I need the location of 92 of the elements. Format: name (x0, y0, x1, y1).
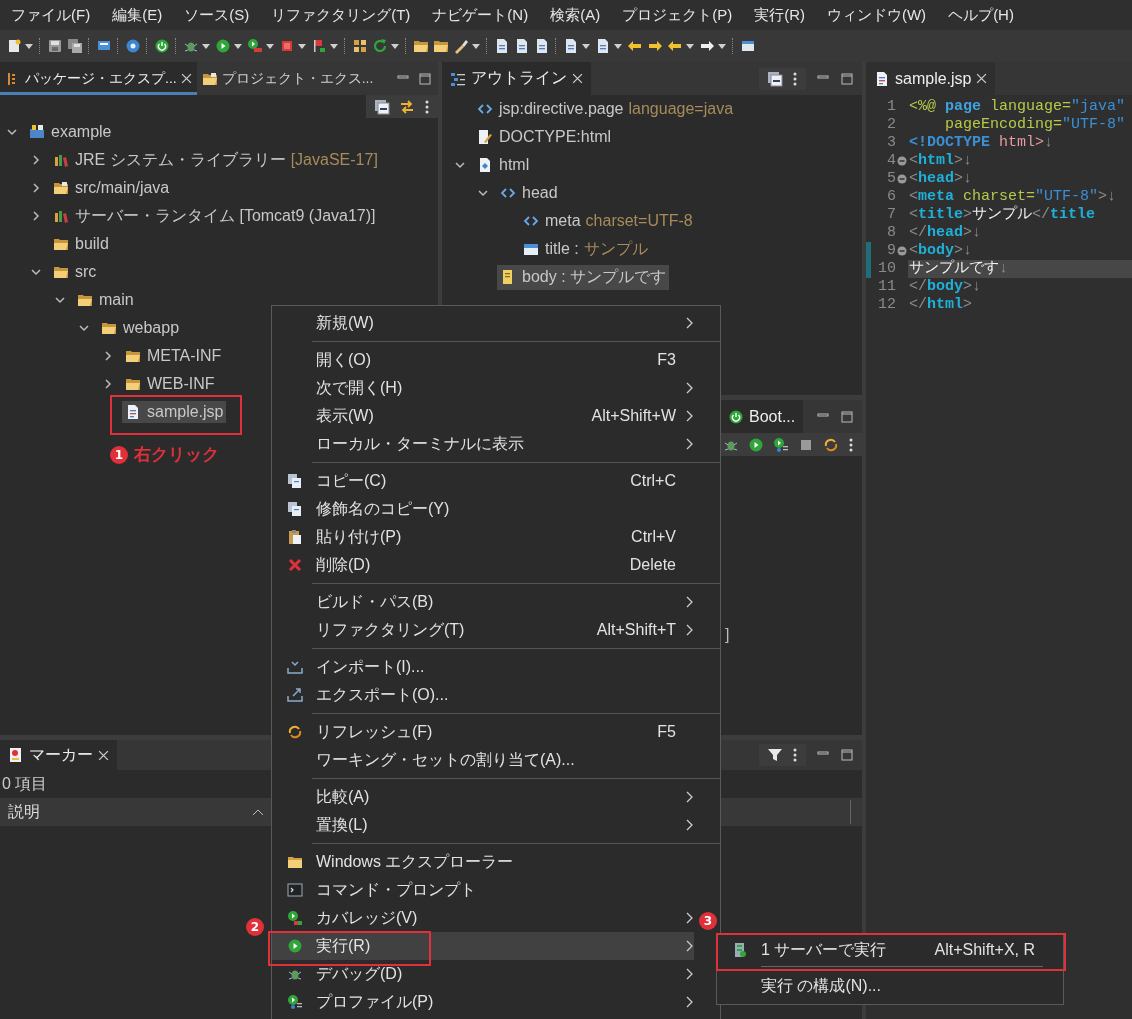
shortcut-text: F5 (657, 723, 676, 741)
tree-item[interactable]: body : サンプルです (497, 264, 670, 290)
tree-item[interactable]: build (50, 233, 112, 255)
code-line: <meta charset="UTF-8">↓ (908, 188, 1118, 205)
code-line: pageEncoding="UTF-8" (944, 116, 1127, 134)
line-number: 8 (886, 224, 896, 242)
tree-item[interactable]: WEB-INF (122, 373, 218, 395)
menu-item[interactable]: 修飾名のコピー(Y) (272, 495, 694, 523)
menu-bar-item[interactable]: 検索(A) (539, 5, 612, 25)
menu-item[interactable]: 表示(W) Alt+Shift+W (272, 402, 694, 430)
menu-item[interactable]: 実行 の構成(N)... (717, 971, 1063, 1001)
menu-item[interactable]: 置換(L) (272, 811, 694, 839)
shortcut-text: Delete (629, 556, 676, 574)
tree-item[interactable]: JRE システム・ライブラリー [JavaSE-17] (50, 147, 381, 173)
menu-bar-item[interactable]: 編集(E) (101, 5, 174, 25)
menu-bar-item[interactable]: ヘルプ(H) (937, 5, 1025, 25)
tree-item[interactable]: src (50, 261, 100, 283)
menu-item[interactable]: リファクタリング(T) Alt+Shift+T (272, 616, 694, 644)
menu-item[interactable]: コピー(C) Ctrl+C (272, 467, 694, 495)
line-number: 2 (886, 116, 896, 134)
menu-item[interactable]: 実行(R) (272, 932, 694, 960)
line-number: 7 (886, 206, 896, 224)
menu-item[interactable]: 比較(A) (272, 783, 694, 811)
tree-item[interactable]: サーバー・ランタイム [Tomcat9 (Java17)] (50, 203, 379, 229)
tree-item[interactable]: META-INF (122, 345, 225, 367)
annotation-label: 右クリック (134, 444, 219, 466)
tree-item[interactable]: jsp:directive.page language=java (474, 98, 737, 120)
tree-item[interactable]: main (74, 289, 137, 311)
tab[interactable]: アウトライン (442, 62, 591, 95)
code-line: </head>↓ (908, 224, 983, 242)
item-count: 0 項目 (1, 773, 48, 794)
menu-item[interactable]: エクスポート(O)... (272, 681, 694, 709)
tab[interactable]: パッケージ・エクスプ... (0, 62, 197, 95)
menu-item[interactable]: コマンド・プロンプト (272, 876, 694, 904)
shortcut-text: Alt+Shift+X, R (934, 941, 1035, 959)
line-number: 1 (886, 98, 896, 116)
menu-item[interactable]: ローカル・ターミナルに表示 (272, 430, 694, 458)
menu-bar-item[interactable]: ソース(S) (173, 5, 261, 25)
line-number: 6 (886, 188, 896, 206)
tree-item[interactable]: example (26, 121, 115, 143)
menu-item[interactable]: デバッグ(D) (272, 960, 694, 988)
menu-item[interactable]: 開く(O) F3 (272, 346, 694, 374)
line-number: 4 (886, 152, 896, 170)
tree-item[interactable]: html (474, 154, 533, 176)
line-number: 5 (886, 170, 896, 188)
tree-item[interactable]: head (497, 182, 561, 204)
menu-item[interactable]: プロファイル(P) (272, 988, 694, 1016)
code-line: </body>↓ (908, 278, 983, 296)
menu-bar-item[interactable]: リファクタリング(T) (260, 5, 422, 25)
tab[interactable]: マーカー (0, 740, 117, 770)
menu-item[interactable]: ワーキング・セットの割り当て(A)... (272, 746, 694, 774)
line-number: 12 (877, 296, 896, 314)
code-line: <!DOCTYPE html>↓ (908, 134, 1055, 152)
code-line: <html>↓ (908, 152, 974, 170)
tab[interactable]: sample.jsp (866, 62, 996, 95)
line-number: 11 (877, 278, 896, 296)
menu-bar-item[interactable]: ナビゲート(N) (421, 5, 540, 25)
menu-item[interactable]: インポート(I)... (272, 653, 694, 681)
menu-bar-item[interactable]: 実行(R) (743, 5, 816, 25)
line-number: 10 (877, 260, 896, 278)
shortcut-text: Ctrl+C (630, 472, 676, 490)
menu-item[interactable]: 次で開く(H) (272, 374, 694, 402)
menu-bar-item[interactable]: ウィンドウ(W) (815, 5, 938, 25)
menu-bar-item[interactable]: プロジェクト(P) (611, 5, 744, 25)
code-line: <body>↓ (908, 242, 974, 259)
shortcut-text: Ctrl+V (631, 528, 676, 546)
tree-item[interactable]: DOCTYPE:html (474, 126, 614, 148)
menu-bar-item[interactable]: ファイル(F) (0, 5, 102, 25)
menu-item[interactable]: Windows エクスプローラー (272, 848, 694, 876)
menu-item[interactable]: リフレッシュ(F) F5 (272, 718, 694, 746)
tree-item[interactable]: title : サンプル (520, 236, 651, 262)
tree-item[interactable]: src/main/java (50, 177, 173, 199)
tree-item[interactable]: meta charset=UTF-8 (520, 210, 696, 232)
menu-item[interactable]: 貼り付け(P) Ctrl+V (272, 523, 694, 551)
shortcut-text: F3 (657, 351, 676, 369)
line-number: 3 (886, 134, 896, 152)
menu-item[interactable]: 削除(D) Delete (272, 551, 694, 579)
tree-item[interactable]: webapp (98, 317, 183, 339)
shortcut-text: Alt+Shift+W (591, 407, 676, 425)
menu-item[interactable]: カバレッジ(V) (272, 904, 694, 932)
code-line: <head>↓ (908, 170, 974, 188)
tree-item[interactable]: sample.jsp (122, 401, 227, 423)
line-number: 9 (886, 242, 896, 260)
menu-item[interactable]: ビルド・パス(B) (272, 588, 694, 616)
tab[interactable]: Boot... (720, 400, 804, 433)
code-line: <%@ page language="java" (908, 98, 1127, 116)
shortcut-text: Alt+Shift+T (596, 621, 676, 639)
text-fragment: ] (725, 626, 731, 644)
code-line: <title>サンプル</title (908, 206, 1097, 224)
menu-item[interactable]: 新規(W) (272, 309, 694, 337)
tab[interactable]: プロジェクト・エクス... (196, 62, 379, 95)
code-line: </html> (908, 296, 974, 314)
